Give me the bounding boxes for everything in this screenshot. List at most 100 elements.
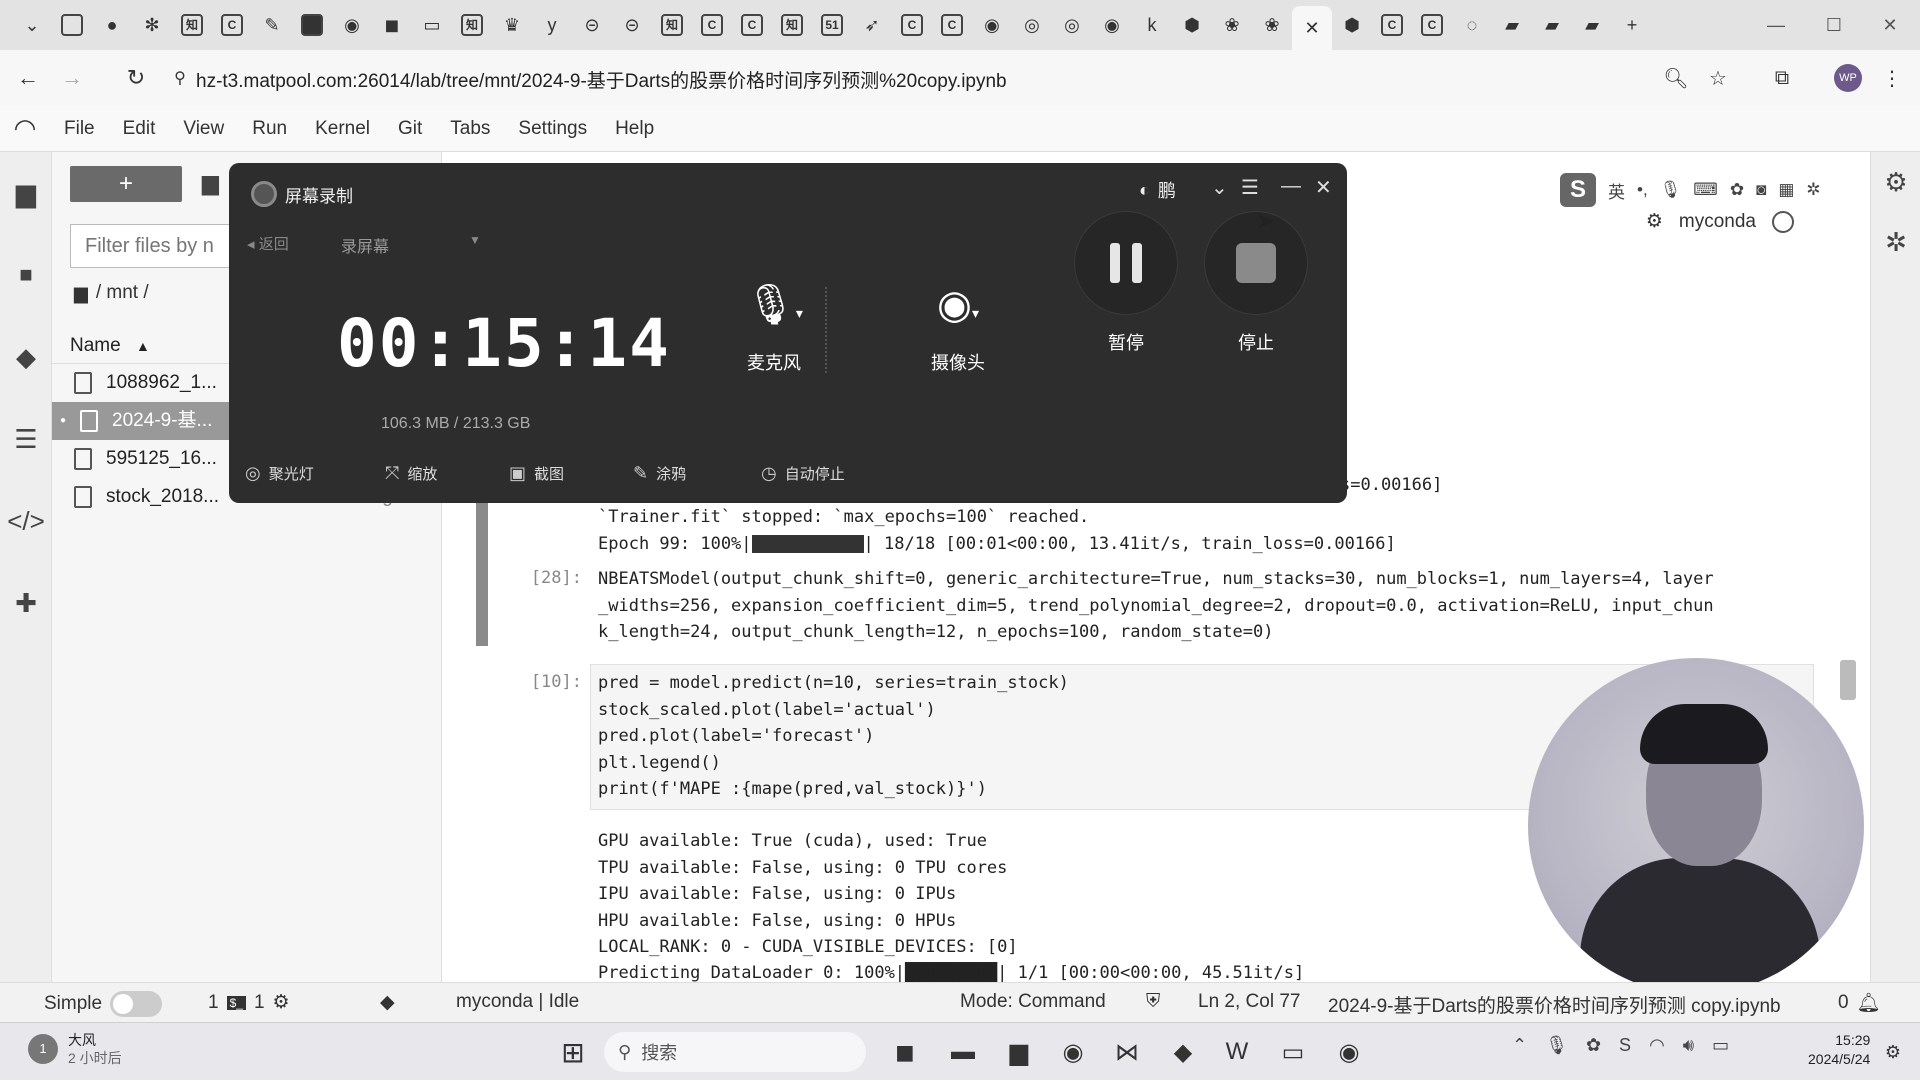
close-icon[interactable]: ✕ xyxy=(1315,175,1332,200)
draw-tool[interactable]: ✎ 涂鸦 xyxy=(633,463,686,484)
tab-favicon-c[interactable]: C xyxy=(892,0,932,50)
tab-favicon[interactable]: ✻ xyxy=(132,0,172,50)
git-icon[interactable]: ◆ xyxy=(0,316,52,398)
hamburger-menu-icon[interactable]: ☰ xyxy=(1241,175,1259,200)
forward-arrow-icon[interactable]: → xyxy=(50,56,94,100)
back-arrow-icon[interactable]: ← xyxy=(6,56,50,100)
table-of-contents-icon[interactable]: ☰ xyxy=(0,398,52,480)
tab-favicon[interactable]: ✎ xyxy=(252,0,292,50)
notification-count[interactable]: 0 🔔︎ xyxy=(1838,991,1881,1015)
menu-tabs[interactable]: Tabs xyxy=(436,118,504,140)
trusted-shield-icon[interactable]: ⛨ xyxy=(1146,991,1160,1013)
active-tab-close-icon[interactable]: ✕ xyxy=(1292,6,1332,50)
cursor-position[interactable]: Ln 2, Col 77 xyxy=(1198,991,1300,1013)
screenshot-tool[interactable]: ▣ 截图 xyxy=(509,463,564,484)
tab-favicon[interactable] xyxy=(292,0,332,50)
tab-favicon[interactable]: ◌ xyxy=(1452,0,1492,50)
cell-selection-bar[interactable] xyxy=(476,500,488,646)
extensions-puzzle-icon[interactable]: ✚ xyxy=(0,562,52,644)
code-icon[interactable]: </> xyxy=(0,480,52,562)
tab-favicon[interactable] xyxy=(52,0,92,50)
tab-favicon[interactable]: y xyxy=(532,0,572,50)
toggle-switch[interactable] xyxy=(110,991,163,1017)
menu-view[interactable]: View xyxy=(169,118,238,140)
wps-icon[interactable]: W xyxy=(1216,1031,1258,1073)
spotlight-tool[interactable]: ◎ 聚光灯 xyxy=(245,463,314,484)
microphone-icon[interactable]: 🎙︎▾ xyxy=(719,275,829,335)
microphone-control[interactable]: 🎙︎▾ 麦克风 xyxy=(719,275,829,375)
reload-icon[interactable]: ↻ xyxy=(114,56,158,100)
bookmark-star-icon[interactable]: ☆ xyxy=(1696,56,1740,100)
folder-icon[interactable]: ▆ xyxy=(74,283,88,304)
windows-start-icon[interactable]: ⊞ xyxy=(552,1031,594,1073)
volume-icon[interactable]: 🔊︎ xyxy=(1683,1035,1694,1056)
running-kernels-icon[interactable]: ⏹ xyxy=(0,234,52,316)
property-inspector-icon[interactable]: ⚙ xyxy=(1871,152,1920,212)
camera-control[interactable]: ◉▾ 摄像头 xyxy=(903,275,1013,375)
menu-file[interactable]: File xyxy=(50,118,109,140)
github-icon[interactable]: ◉ xyxy=(972,0,1012,50)
tab-favicon[interactable]: ⊝ xyxy=(612,0,652,50)
tab-favicon[interactable]: ⊝ xyxy=(572,0,612,50)
recorder-user[interactable]: ◐ 鹏 xyxy=(1139,177,1176,203)
profile-avatar[interactable]: WP xyxy=(1826,56,1870,100)
tab-favicon[interactable]: ◎ xyxy=(1012,0,1052,50)
new-tab-button[interactable]: + xyxy=(1612,0,1652,50)
skin-icon[interactable]: ✿ xyxy=(1730,180,1744,200)
microphone-icon[interactable]: 🎙︎ xyxy=(1545,1035,1568,1056)
menu-help[interactable]: Help xyxy=(601,118,668,140)
tab-favicon-zhihu[interactable]: 知 xyxy=(772,0,812,50)
tab-favicon-c[interactable]: C xyxy=(1372,0,1412,50)
close-window-icon[interactable]: ✕ xyxy=(1862,0,1918,50)
sogou-ime-icon[interactable]: S xyxy=(1560,173,1596,207)
game-icon[interactable]: ◙ xyxy=(1756,180,1766,200)
tab-favicon[interactable]: ● xyxy=(92,0,132,50)
kernel-status[interactable]: myconda | Idle xyxy=(456,991,579,1013)
notification-center-icon[interactable]: ⚙ xyxy=(1872,1031,1914,1073)
tab-favicon[interactable]: ▰ xyxy=(1572,0,1612,50)
menu-settings[interactable]: Settings xyxy=(504,118,601,140)
github-icon[interactable]: ◉ xyxy=(1092,0,1132,50)
app-icon[interactable]: ◆ xyxy=(1162,1031,1204,1073)
battery-icon[interactable]: ▭ xyxy=(1712,1035,1729,1056)
tab-favicon[interactable]: ❀ xyxy=(1252,0,1292,50)
command-prompt-icon[interactable]: ▭ xyxy=(1272,1031,1314,1073)
vscode-icon[interactable]: ⋈ xyxy=(1106,1031,1148,1073)
minimize-icon[interactable]: — xyxy=(1281,175,1301,198)
git-status-icon[interactable]: ◆ xyxy=(380,991,395,1014)
tray-expand-icon[interactable]: ⌃ xyxy=(1512,1035,1527,1056)
zoom-icon[interactable]: 🔍︎ xyxy=(1654,56,1698,100)
tab-favicon-k[interactable]: k xyxy=(1132,0,1172,50)
camera-icon[interactable]: ◉▾ xyxy=(903,275,1013,335)
terminal-count[interactable]: 1 $_ 1 ⚙ xyxy=(208,991,290,1014)
record-mode-select[interactable]: 录屏幕 xyxy=(341,233,389,257)
microphone-icon[interactable]: 🎙︎ xyxy=(1660,180,1682,200)
file-explorer-icon[interactable]: ▆ xyxy=(998,1031,1040,1073)
ime-language[interactable]: 英 xyxy=(1608,178,1625,203)
wifi-icon[interactable]: ◠ xyxy=(1649,1035,1665,1056)
tab-list-chevron-icon[interactable]: ⌄ xyxy=(12,0,52,50)
auto-stop-tool[interactable]: ◷ 自动停止 xyxy=(761,463,845,484)
maximize-window-icon[interactable]: ☐ xyxy=(1806,0,1862,50)
tab-favicon[interactable]: ⬢ xyxy=(1172,0,1212,50)
tab-favicon[interactable]: ◼ xyxy=(372,0,412,50)
new-launcher-button[interactable]: + xyxy=(70,166,182,202)
tab-favicon[interactable]: ▰ xyxy=(1492,0,1532,50)
taskbar-clock[interactable]: 15:29 2024/5/24 xyxy=(1808,1031,1870,1069)
extensions-icon[interactable]: ⧉ xyxy=(1760,56,1804,100)
new-folder-icon[interactable]: ▆ xyxy=(202,170,219,196)
chevron-down-icon[interactable]: ⌄ xyxy=(1211,175,1228,200)
simple-mode-toggle[interactable]: Simple xyxy=(44,991,163,1017)
grid-icon[interactable]: ▦ xyxy=(1778,180,1794,200)
menu-git[interactable]: Git xyxy=(384,118,436,140)
zoom-tool[interactable]: ⤧ 缩放 xyxy=(385,463,437,484)
menu-kernel[interactable]: Kernel xyxy=(301,118,384,140)
folder-icon[interactable]: ▆ xyxy=(0,152,52,234)
taskbar-search[interactable]: ⚲ 搜索 xyxy=(604,1032,866,1072)
settings-icon[interactable]: ✲ xyxy=(1806,180,1820,200)
tab-favicon[interactable]: ◎ xyxy=(1052,0,1092,50)
tab-favicon-zhihu[interactable]: 知 xyxy=(652,0,692,50)
tab-favicon-c[interactable]: C xyxy=(1412,0,1452,50)
breadcrumb-path[interactable]: / mnt / xyxy=(96,282,149,304)
tab-favicon-c[interactable]: C xyxy=(212,0,252,50)
